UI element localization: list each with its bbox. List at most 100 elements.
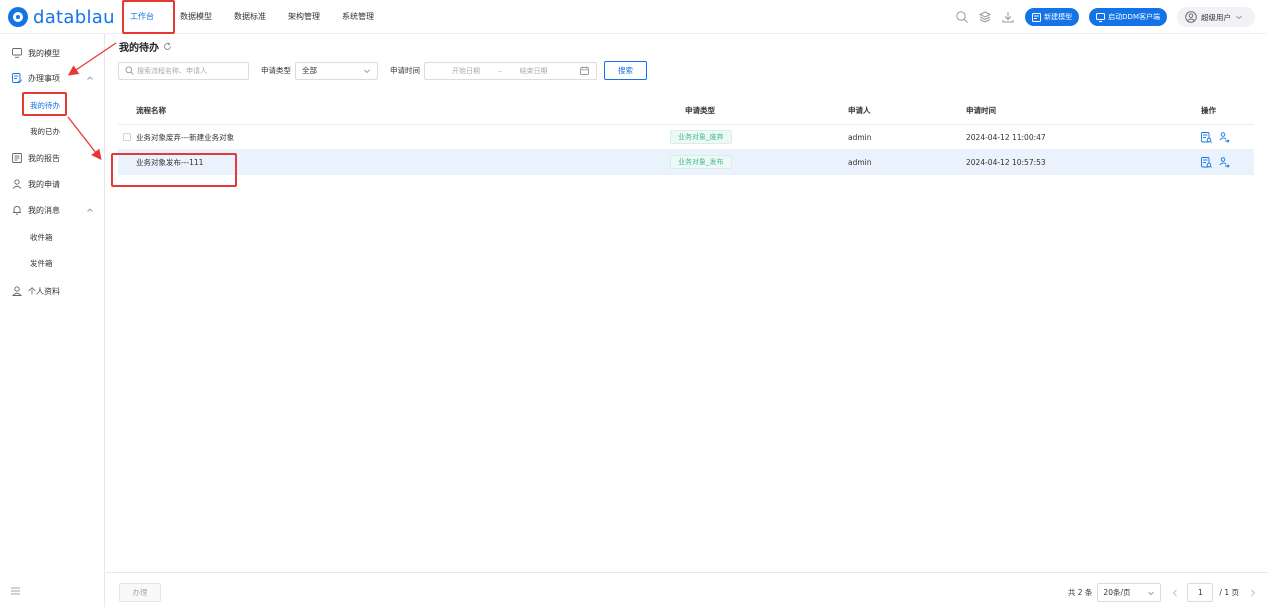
view-detail-icon[interactable] xyxy=(1201,131,1212,143)
new-model-label: 新建模型 xyxy=(1044,13,1073,21)
date-range-picker[interactable]: 开始日期 – 结束日期 xyxy=(424,61,597,80)
page-title-text: 我的待办 xyxy=(119,43,159,54)
table-row[interactable]: 业务对象发布---111 业务对象_发布 admin 2024-04-12 10… xyxy=(118,150,1254,175)
sidebar-item-label: 个人资料 xyxy=(28,286,60,296)
row-name-cell: 业务对象废弃---新建业务对象 xyxy=(118,132,658,143)
sidebar-item-my-applications[interactable]: 我的申请 xyxy=(0,176,105,192)
nav-item-data-model[interactable]: 数据模型 xyxy=(180,0,212,34)
user-menu[interactable]: 超级用户 xyxy=(1177,7,1255,27)
sidebar-item-inbox[interactable]: 收件箱 xyxy=(0,229,105,245)
chevron-up-icon xyxy=(87,208,93,212)
chevron-down-icon xyxy=(1236,15,1242,20)
sidebar-item-my-messages[interactable]: 我的消息 xyxy=(0,202,105,218)
search-box[interactable] xyxy=(118,61,249,80)
app-logo[interactable]: datablau xyxy=(8,6,115,28)
column-header-ops: 操作 xyxy=(1201,106,1216,115)
row-name: 业务对象发布---111 xyxy=(136,157,204,167)
row-time: 2024-04-12 11:00:47 xyxy=(966,132,1046,142)
prev-page-icon[interactable] xyxy=(1169,587,1181,599)
column-header-applicant: 申请人 xyxy=(848,106,871,115)
refresh-icon[interactable] xyxy=(163,42,172,51)
page-title: 我的待办 xyxy=(119,39,172,54)
time-filter-label: 申请时间 xyxy=(390,66,420,75)
chevron-down-icon xyxy=(364,69,370,73)
row-checkbox[interactable] xyxy=(123,133,131,141)
chevron-up-icon xyxy=(87,76,93,80)
row-applicant: admin xyxy=(848,132,872,142)
logo-mark-icon xyxy=(8,7,28,27)
end-date-field[interactable]: 结束日期 xyxy=(508,66,560,76)
logo-text: datablau xyxy=(33,6,115,28)
search-icon[interactable] xyxy=(955,10,969,24)
total-count: 共 2 条 xyxy=(1067,588,1093,597)
user-name: 超级用户 xyxy=(1201,12,1231,22)
page-size-value: 20条/页 xyxy=(1103,588,1131,597)
sidebar-item-label: 我的申请 xyxy=(28,179,60,189)
handle-button[interactable]: 办理 xyxy=(119,583,161,602)
column-header-type: 申请类型 xyxy=(685,106,715,115)
top-right-tools: 新建模型 启动DDM客户端 超级用户 xyxy=(946,0,1255,34)
nav-item-system[interactable]: 系统管理 xyxy=(342,0,374,34)
collapse-sidebar-icon[interactable] xyxy=(10,586,21,596)
new-model-button[interactable]: 新建模型 xyxy=(1025,8,1080,26)
todo-table: 流程名称 申请类型 申请人 申请时间 操作 业务对象废弃---新建业务对象 业务… xyxy=(118,97,1254,175)
sidebar-item-my-models[interactable]: 我的模型 xyxy=(0,45,105,61)
type-select[interactable]: 全部 xyxy=(295,61,378,80)
page-total: / 1 页 xyxy=(1219,588,1239,597)
sidebar-item-label: 收件箱 xyxy=(30,232,53,242)
main-nav: 工作台 数据模型 数据标准 架构管理 系统管理 xyxy=(126,0,396,34)
type-filter-label: 申请类型 xyxy=(261,66,291,75)
type-tag: 业务对象_废弃 xyxy=(670,130,732,144)
nav-item-workbench[interactable]: 工作台 xyxy=(126,0,158,34)
sidebar-item-label: 我的待办 xyxy=(30,100,60,110)
layers-icon[interactable] xyxy=(978,10,992,24)
sidebar-item-label: 我的消息 xyxy=(28,205,60,215)
sidebar-item-handle-matters[interactable]: 办理事项 xyxy=(0,70,105,86)
type-tag: 业务对象_发布 xyxy=(670,155,732,169)
search-button[interactable]: 搜索 xyxy=(604,61,647,80)
date-range-separator: – xyxy=(498,66,502,75)
sidebar-item-label: 我的已办 xyxy=(30,126,60,136)
calendar-icon xyxy=(580,66,589,75)
launch-ddm-client-label: 启动DDM客户端 xyxy=(1108,13,1160,21)
sidebar-item-my-reports[interactable]: 我的报告 xyxy=(0,150,105,166)
pagination: 共 2 条 20条/页 1 / 1 页 xyxy=(1068,583,1259,602)
column-header-name: 流程名称 xyxy=(136,106,166,115)
table-header: 流程名称 申请类型 申请人 申请时间 操作 xyxy=(118,97,1254,125)
sidebar-item-label: 办理事项 xyxy=(28,73,60,83)
page-size-select[interactable]: 20条/页 xyxy=(1097,583,1162,602)
task-icon xyxy=(12,73,22,83)
footer-bar: 办理 共 2 条 20条/页 1 / 1 页 xyxy=(106,572,1267,607)
table-row[interactable]: 业务对象废弃---新建业务对象 业务对象_废弃 admin 2024-04-12… xyxy=(118,125,1254,150)
row-type-cell: 业务对象_废弃 xyxy=(658,130,833,144)
row-type-cell: 业务对象_发布 xyxy=(658,155,833,169)
top-bar: datablau 工作台 数据模型 数据标准 架构管理 系统管理 新建模型 启动… xyxy=(0,0,1267,34)
sidebar-item-my-done[interactable]: 我的已办 xyxy=(0,123,105,139)
download-icon[interactable] xyxy=(1001,10,1015,24)
row-ops xyxy=(1151,131,1254,143)
row-ops xyxy=(1151,156,1254,168)
view-detail-icon[interactable] xyxy=(1201,156,1212,168)
nav-item-data-standard[interactable]: 数据标准 xyxy=(234,0,266,34)
sidebar-item-outbox[interactable]: 发件箱 xyxy=(0,255,105,271)
transfer-icon[interactable] xyxy=(1219,131,1230,143)
next-page-icon[interactable] xyxy=(1247,587,1259,599)
monitor-icon xyxy=(1096,12,1106,22)
launch-ddm-client-button[interactable]: 启动DDM客户端 xyxy=(1089,8,1167,26)
page-number-input[interactable]: 1 xyxy=(1187,583,1214,602)
start-date-field[interactable]: 开始日期 xyxy=(440,66,492,76)
filter-bar: 申请类型 全部 申请时间 开始日期 – 结束日期 搜索 xyxy=(118,61,647,80)
row-name-cell: 业务对象发布---111 xyxy=(118,157,658,168)
sidebar-item-my-todo[interactable]: 我的待办 xyxy=(0,97,105,113)
monitor-icon xyxy=(12,48,22,58)
main-content: 我的待办 申请类型 全部 申请时间 开始日期 – 结束日期 搜索 流程名称 申请… xyxy=(106,34,1267,607)
user-icon xyxy=(12,286,22,296)
sidebar-item-label: 我的模型 xyxy=(28,48,60,58)
report-icon xyxy=(12,153,22,163)
transfer-icon[interactable] xyxy=(1219,156,1230,168)
row-name: 业务对象废弃---新建业务对象 xyxy=(136,132,235,142)
nav-item-architecture[interactable]: 架构管理 xyxy=(288,0,320,34)
search-input[interactable] xyxy=(137,63,247,78)
sidebar-item-profile[interactable]: 个人资料 xyxy=(0,283,105,299)
chevron-down-icon xyxy=(1148,591,1155,595)
